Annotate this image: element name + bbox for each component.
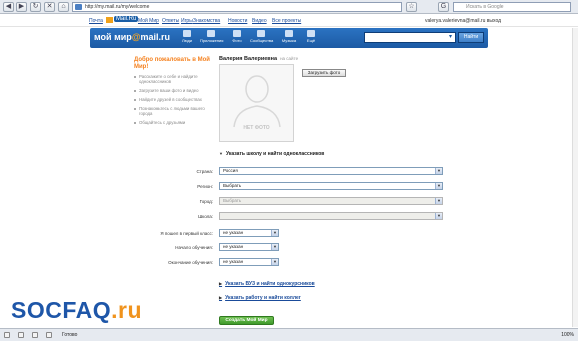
first-grade-label: Я пошел в первый класс: xyxy=(160,231,213,236)
status-text: Готово xyxy=(62,332,78,338)
portal-link-answers[interactable]: Ответы xyxy=(162,18,179,24)
avatar: НЕТ ФОТО xyxy=(219,64,294,142)
nav-photo[interactable]: Фото xyxy=(226,30,248,43)
portal-link-games[interactable]: Игры xyxy=(181,18,193,24)
forward-icon[interactable]: ▶ xyxy=(16,2,27,12)
nav-more[interactable]: Ещё xyxy=(300,30,322,43)
status-icon xyxy=(4,332,10,338)
browser-window: ◀ ▶ ↻ ✕ ⌂ http://my.mail.ru/my/welcome ☆… xyxy=(0,0,578,341)
profile-name: Валерия Валериевна на сайте xyxy=(219,56,299,62)
stop-icon[interactable]: ✕ xyxy=(44,2,55,12)
welcome-steps: Расскажите о себе и найдите одноклассник… xyxy=(134,74,216,129)
university-link[interactable]: ▶ Указать ВУЗ и найти однокурсников xyxy=(219,281,315,287)
nav-people[interactable]: Люди xyxy=(176,30,198,43)
portal-link-video[interactable]: Видео xyxy=(252,18,267,24)
zoom-level[interactable]: 100% xyxy=(561,332,574,338)
mailru-logo-icon xyxy=(106,17,113,23)
status-icon xyxy=(18,332,24,338)
triangle-right-icon: ▶ xyxy=(219,281,223,286)
status-icon xyxy=(46,332,52,338)
address-text: http://my.mail.ru/my/welcome xyxy=(85,4,150,10)
watermark: SOCFAQ.ru xyxy=(11,297,143,323)
nav-music[interactable]: Музыка xyxy=(278,30,300,43)
portal-mailru-badge[interactable]: Mail.Ru xyxy=(114,16,139,22)
back-icon[interactable]: ◀ xyxy=(3,2,14,12)
upload-photo-button[interactable]: Загрузить фото xyxy=(302,69,346,77)
home-icon[interactable]: ⌂ xyxy=(58,2,69,12)
nav-communities[interactable]: Сообщества xyxy=(250,30,273,43)
status-bar: Готово 100% xyxy=(0,328,578,341)
triangle-down-icon: ▼ xyxy=(219,151,223,156)
school-label: Школа: xyxy=(198,214,213,219)
vertical-scrollbar[interactable] xyxy=(572,28,578,327)
search-engine-icon[interactable]: G xyxy=(438,2,449,12)
chevron-down-icon[interactable]: ▾ xyxy=(449,33,452,40)
address-bar[interactable]: http://my.mail.ru/my/welcome xyxy=(72,2,402,12)
chevron-down-icon: ▼ xyxy=(435,213,442,219)
list-item: Общайтесь с друзьями xyxy=(134,120,216,125)
chevron-down-icon: ▼ xyxy=(435,168,442,174)
site-search-input[interactable]: ▾ xyxy=(364,32,456,43)
star-icon[interactable]: ☆ xyxy=(406,2,417,12)
site-logo[interactable]: мой мир@mail.ru xyxy=(94,32,170,42)
people-icon xyxy=(183,30,191,37)
city-label: Город: xyxy=(199,199,213,204)
portal-link-dating[interactable]: Знакомства xyxy=(193,18,220,24)
region-label: Регион: xyxy=(197,184,213,189)
chevron-down-icon: ▼ xyxy=(435,183,442,189)
country-label: Страна: xyxy=(196,169,213,174)
browser-toolbar: ◀ ▶ ↻ ✕ ⌂ http://my.mail.ru/my/welcome ☆… xyxy=(0,0,578,14)
online-status: на сайте xyxy=(280,56,299,61)
first-grade-select[interactable]: не указан ▼ xyxy=(219,229,279,237)
study-start-label: Начало обучения: xyxy=(175,245,213,250)
nav-apps[interactable]: Приложения xyxy=(200,30,223,43)
study-end-label: Окончание обучения: xyxy=(168,260,213,265)
portal-link-news[interactable]: Новости xyxy=(228,18,247,24)
portal-link-all[interactable]: Все проекты xyxy=(272,18,301,24)
portal-link-moimir[interactable]: Мой Мир xyxy=(138,18,159,24)
list-item: Расскажите о себе и найдите одноклассник… xyxy=(134,74,216,84)
chevron-down-icon: ▼ xyxy=(271,230,278,236)
portal-user[interactable]: valerya.valerievna@mail.ru выход xyxy=(425,18,501,24)
city-select[interactable]: Выбрать ▼ xyxy=(219,197,443,205)
favicon-icon xyxy=(75,4,82,10)
site-search-button[interactable]: Найти xyxy=(458,32,484,43)
country-select[interactable]: Россия ▼ xyxy=(219,167,443,175)
more-icon xyxy=(307,30,315,37)
study-start-select[interactable]: не указан ▼ xyxy=(219,243,279,251)
list-item: Познакомьтесь с людьми вашего города xyxy=(134,106,216,116)
work-link[interactable]: ▶ Указать работу и найти коллег xyxy=(219,295,301,301)
create-mymir-button[interactable]: Создать Мой Мир xyxy=(219,316,274,325)
music-icon xyxy=(285,30,293,37)
triangle-right-icon: ▶ xyxy=(219,295,223,300)
chevron-down-icon: ▼ xyxy=(271,244,278,250)
status-icon xyxy=(32,332,38,338)
school-select[interactable]: ▼ xyxy=(219,212,443,220)
no-photo-label: НЕТ ФОТО xyxy=(243,125,270,131)
welcome-title: Добро пожаловать в Мой Мир! xyxy=(134,57,210,70)
browser-search-input[interactable]: Искать в Google xyxy=(453,2,571,12)
portal-bar: Почта Mail.Ru Мой Мир Ответы Игры Знаком… xyxy=(0,15,578,27)
list-item: Загрузите ваши фото и видео xyxy=(134,88,216,93)
portal-link-mail[interactable]: Почта xyxy=(89,18,103,24)
site-header: мой мир@mail.ru Люди Приложения Фото Соо… xyxy=(90,28,488,48)
reload-icon[interactable]: ↻ xyxy=(30,2,41,12)
communities-icon xyxy=(257,30,265,37)
list-item: Найдите друзей в сообществах xyxy=(134,97,216,102)
chevron-down-icon: ▼ xyxy=(271,259,278,265)
chevron-down-icon: ▼ xyxy=(435,198,442,204)
study-end-select[interactable]: не указан ▼ xyxy=(219,258,279,266)
photo-icon xyxy=(233,30,241,37)
school-toggle[interactable]: ▼ Указать школу и найти одноклассников xyxy=(219,151,324,157)
region-select[interactable]: Выбрать ▼ xyxy=(219,182,443,190)
apps-icon xyxy=(207,30,215,37)
